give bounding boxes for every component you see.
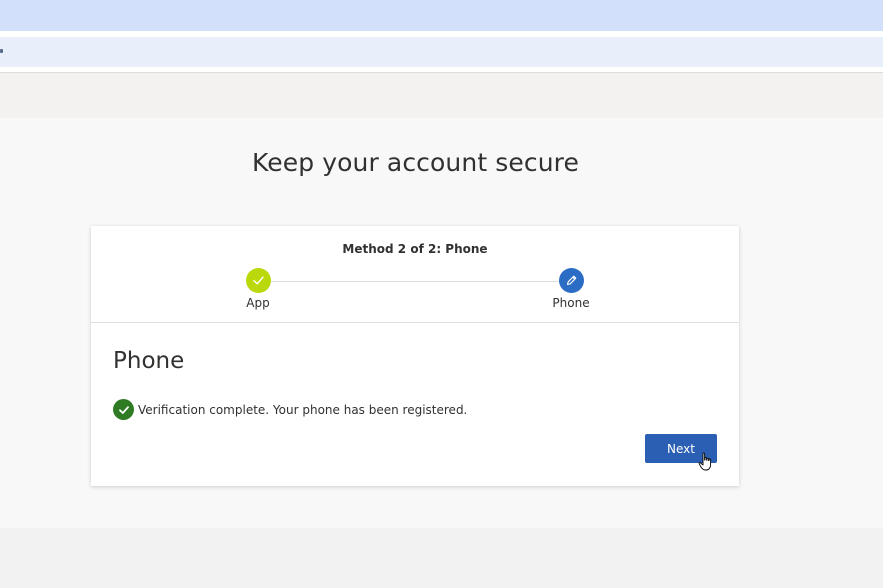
section-title: Phone	[113, 348, 185, 374]
success-check-icon	[113, 399, 134, 420]
setup-card: Method 2 of 2: Phone App Phone Phone Ver…	[91, 226, 739, 486]
check-mark-glyph-icon	[118, 405, 129, 414]
address-bar-edge-icon	[0, 49, 3, 53]
verification-status: Verification complete. Your phone has be…	[113, 399, 467, 420]
step-phone-label: Phone	[552, 296, 590, 310]
hand-pointer-cursor-icon	[698, 452, 712, 471]
step-connector-line	[271, 281, 559, 282]
check-icon	[253, 276, 264, 285]
method-progress-label: Method 2 of 2: Phone	[342, 242, 488, 256]
page-footer	[0, 528, 883, 588]
browser-address-bar[interactable]	[0, 37, 883, 67]
browser-tab-strip	[0, 0, 883, 31]
step-app-label: App	[246, 296, 270, 310]
page-title: Keep your account secure	[252, 148, 579, 177]
status-message: Verification complete. Your phone has be…	[138, 402, 468, 417]
page-header	[0, 73, 883, 118]
step-app-indicator	[246, 268, 271, 293]
pencil-icon	[566, 275, 577, 286]
step-phone-indicator	[559, 268, 584, 293]
card-divider	[91, 322, 739, 323]
